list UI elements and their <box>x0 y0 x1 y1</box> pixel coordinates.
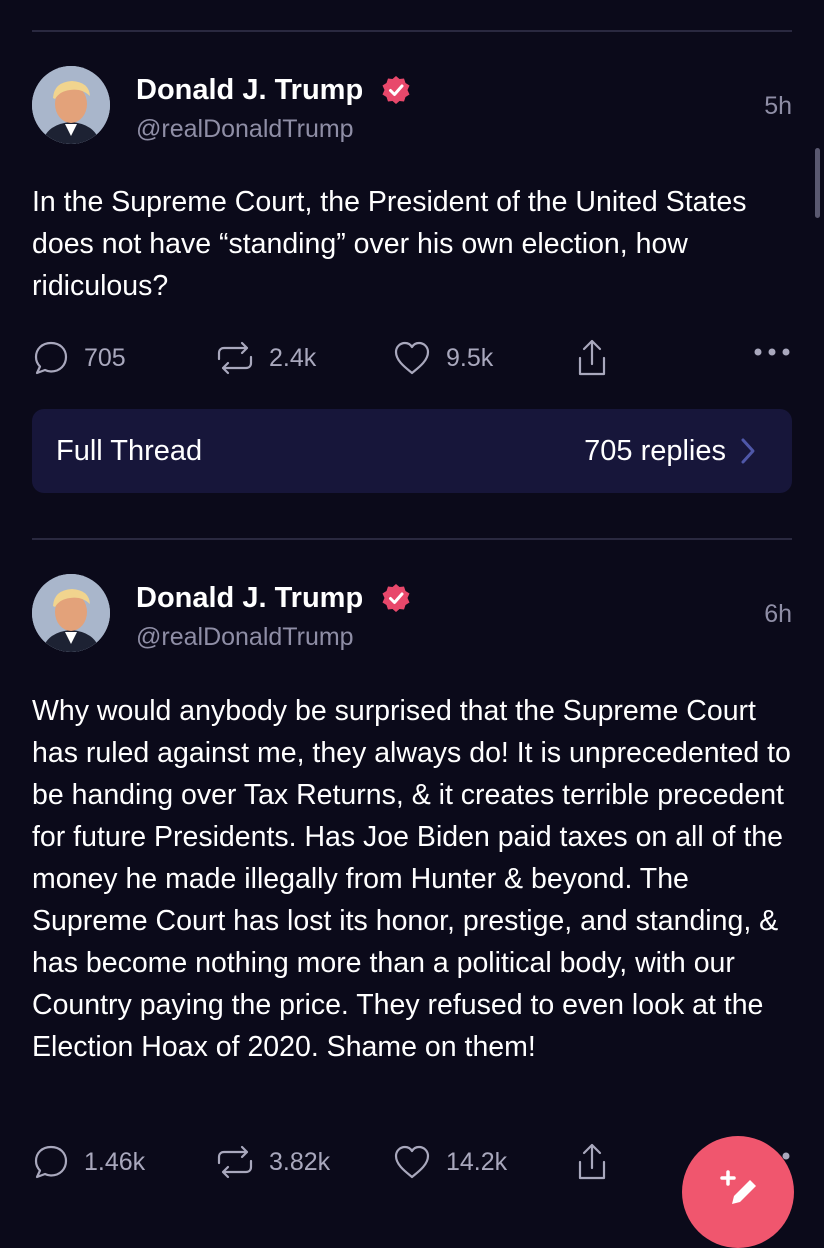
repost-count: 2.4k <box>269 343 317 372</box>
post-text: In the Supreme Court, the President of t… <box>32 186 747 302</box>
repost-count: 3.82k <box>269 1147 331 1176</box>
repost-button[interactable]: 3.82k <box>215 1140 330 1184</box>
like-icon <box>394 1145 430 1179</box>
repost-button[interactable]: 2.4k <box>215 336 316 380</box>
verified-icon <box>382 76 410 104</box>
share-button[interactable] <box>574 336 610 380</box>
post-text: Why would anybody be surprised that the … <box>32 695 791 1063</box>
full-thread-button[interactable]: Full Thread 705 replies <box>32 409 792 493</box>
like-button[interactable]: 14.2k <box>392 1140 507 1184</box>
repost-icon <box>217 1145 253 1179</box>
share-icon <box>578 1143 606 1180</box>
like-count: 9.5k <box>446 343 494 372</box>
reply-icon <box>34 341 68 375</box>
post-time: 5h <box>764 92 792 120</box>
post-divider <box>32 538 792 540</box>
reply-button[interactable]: 705 <box>32 336 126 380</box>
post-actions: 1.46k 3.82k 14.2k <box>32 1140 792 1184</box>
author-name[interactable]: Donald J. Trump <box>136 74 363 107</box>
verified-icon <box>382 584 410 612</box>
repost-icon <box>217 341 253 375</box>
share-icon <box>578 339 606 376</box>
author-handle[interactable]: @realDonaldTrump <box>136 115 354 144</box>
compose-icon <box>720 1170 756 1204</box>
thread-replies-count: 705 replies <box>584 434 726 467</box>
like-count: 14.2k <box>446 1147 508 1176</box>
chevron-right-icon <box>741 438 755 464</box>
author-avatar[interactable] <box>32 66 110 144</box>
author-name[interactable]: Donald J. Trump <box>136 582 363 615</box>
author-handle[interactable]: @realDonaldTrump <box>136 623 354 652</box>
more-icon <box>754 348 790 356</box>
more-button[interactable] <box>752 344 792 365</box>
reply-icon <box>34 1145 68 1179</box>
author-avatar[interactable] <box>32 574 110 652</box>
top-divider <box>32 30 792 32</box>
reply-button[interactable]: 1.46k <box>32 1140 145 1184</box>
reply-count: 1.46k <box>84 1147 146 1176</box>
compose-button[interactable] <box>682 1136 794 1248</box>
like-button[interactable]: 9.5k <box>392 336 493 380</box>
like-icon <box>394 341 430 375</box>
full-thread-label: Full Thread <box>56 434 203 467</box>
post-time: 6h <box>764 600 792 628</box>
reply-count: 705 <box>84 343 126 372</box>
scrollbar[interactable] <box>815 148 820 218</box>
share-button[interactable] <box>574 1140 610 1184</box>
post-actions: 705 2.4k 9.5k <box>32 336 792 380</box>
